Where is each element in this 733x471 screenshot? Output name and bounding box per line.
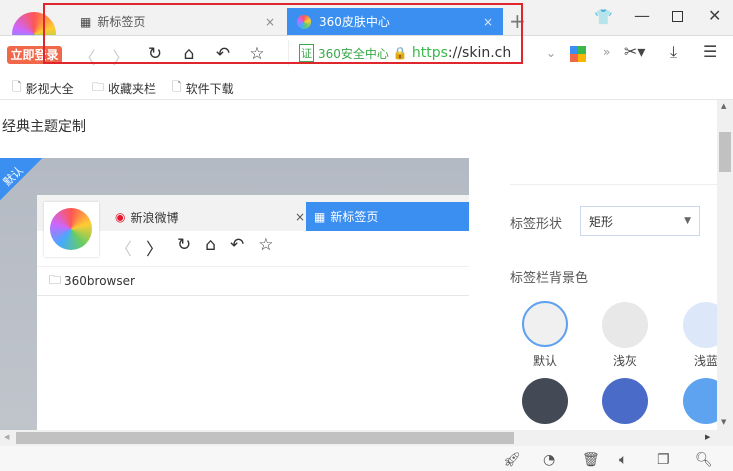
grid-icon: ▦ [314,209,326,224]
url-scheme: https [411,45,448,61]
window-icon[interactable]: ❐ [657,452,670,468]
apps-icon[interactable] [570,46,586,62]
scroll-thumb[interactable] [719,132,731,172]
rocket-icon[interactable]: 🚀︎ [503,452,521,468]
tab-skin-center[interactable]: 360皮肤中心 × [287,8,503,35]
color-swatch-light-gray[interactable] [602,302,648,348]
undo-icon: ↶ [230,235,245,255]
close-icon[interactable]: × [483,15,493,29]
preview-window: ◉ 新浪微博 × ▦ 新标签页 〈〉 ↻ ⌂ ↶ ☆ 🗀 360browser [37,195,469,430]
preview-tab-label: 新标签页 [330,210,379,224]
scroll-up-icon[interactable]: ▲ [721,102,726,110]
star-icon[interactable]: ☆ [246,44,268,64]
lock-icon: 🔒 [392,46,408,60]
tab-shape-label: 标签形状 [510,217,563,232]
scroll-thumb[interactable] [16,432,514,444]
divider [510,184,717,185]
tab-label: 360皮肤中心 [319,15,390,29]
color-swatch-dark[interactable] [522,378,568,424]
caret-down-icon: ▼ [684,216,691,226]
home-icon: ⌂ [205,235,217,255]
close-window-icon[interactable]: ✕ [708,6,721,25]
tab-label: 新标签页 [97,15,146,29]
bookmark-label: 影视大全 [25,82,74,96]
bookmark-item[interactable]: 🗋 影视大全 [12,78,74,99]
close-icon: × [294,210,305,224]
color-swatch-default[interactable] [522,301,568,347]
skin-logo-icon [297,14,311,29]
cert-icon: 证 [299,44,314,62]
bookmark-item[interactable]: 🗀 收藏夹栏 [92,78,156,99]
folder-icon: 🗀 [49,272,62,287]
close-icon[interactable]: × [265,15,275,29]
minimize-icon[interactable]: — [634,6,650,25]
preview-bookmark-label: 360browser [64,274,135,288]
theme-preview[interactable]: 默认 ◉ 新浪微博 × ▦ 新标签页 〈〉 ↻ ⌂ ↶ ☆ 🗀 360browser [0,158,469,430]
search-icon[interactable]: 🔍︎ [695,452,713,468]
scroll-right-icon[interactable]: ▶ [705,433,710,441]
color-swatch-blue[interactable] [602,378,648,424]
bookmark-label: 软件下载 [185,82,234,96]
more-chevrons-icon[interactable]: » [603,45,610,59]
bookmark-item[interactable]: 🗋 软件下载 [172,78,234,99]
star-icon: ☆ [258,235,274,255]
menu-icon[interactable]: ☰ [703,42,717,61]
horizontal-scrollbar[interactable]: ◀ ▶ [0,430,733,446]
preview-logo-box [44,202,99,257]
new-tab-plus-icon[interactable]: + [509,9,526,33]
bookmark-label: 收藏夹栏 [108,82,157,96]
tab-bar: ▦ 新标签页 × 360皮肤中心 × + 👕 — ✕ [0,0,733,56]
preview-tab-weibo: ◉ 新浪微博 × [115,203,305,231]
color-swatch-light-blue[interactable] [683,302,717,348]
undo-icon[interactable]: ↶ [212,44,234,64]
tab-new-tab[interactable]: ▦ 新标签页 × [70,8,285,35]
reload-icon[interactable]: ↻ [144,44,166,64]
weibo-icon: ◉ [115,210,126,224]
back-icon[interactable]: 〈 [76,44,98,69]
back-icon: 〈 [115,240,132,260]
color-label: 浅灰 [612,354,637,368]
scroll-left-icon[interactable]: ◀ [4,433,9,441]
speed-icon[interactable]: ◔ [543,452,555,468]
folder-icon: 🗀 [92,80,105,94]
color-label: 默认 [532,354,557,368]
preview-nav: 〈〉 ↻ ⌂ ↶ ☆ [115,235,274,260]
scroll-down-icon[interactable]: ▼ [721,418,726,426]
home-icon[interactable]: ⌂ [178,44,200,64]
site-label: 360安全中心 [318,46,389,61]
trash-icon[interactable]: 🗑︎ [582,452,600,468]
forward-icon: 〉 [146,240,163,260]
login-badge[interactable]: 立即登录 [7,46,62,64]
maximize-icon[interactable] [672,11,683,22]
tab-bg-color-label: 标签栏背景色 [510,271,589,286]
chevron-down-icon[interactable]: ⌄ [546,46,556,60]
color-label: 浅蓝 [693,354,717,368]
address-bar[interactable]: 证 360安全中心 🔒 https://skin.ch ⌄ [288,40,556,66]
grid-icon: ▦ [80,14,92,29]
scissors-icon[interactable]: ✂▾ [624,42,645,61]
preview-logo [50,208,92,250]
preview-bookmarks: 🗀 360browser [37,266,469,296]
page-icon: 🗋 [12,80,22,94]
vertical-scrollbar[interactable]: ▲ ▼ [717,100,733,430]
color-swatch-sky-blue[interactable] [683,378,717,424]
forward-icon[interactable]: 〉 [110,44,132,69]
tab-shape-value: 矩形 [589,214,614,229]
page-icon: 🗋 [172,80,182,94]
preview-tab-label: 新浪微博 [130,210,179,225]
url-rest: ://skin.ch [447,45,512,61]
reload-icon: ↻ [177,235,192,255]
volume-icon[interactable]: 🔈︎ [619,452,627,468]
preview-tab-new: ▦ 新标签页 [306,202,469,231]
download-icon[interactable]: ⤓ [670,42,677,62]
tab-shape-select[interactable]: 矩形 ▼ [580,206,700,236]
page-title: 经典主题定制 [2,119,86,135]
skin-shirt-icon[interactable]: 👕 [594,8,613,26]
